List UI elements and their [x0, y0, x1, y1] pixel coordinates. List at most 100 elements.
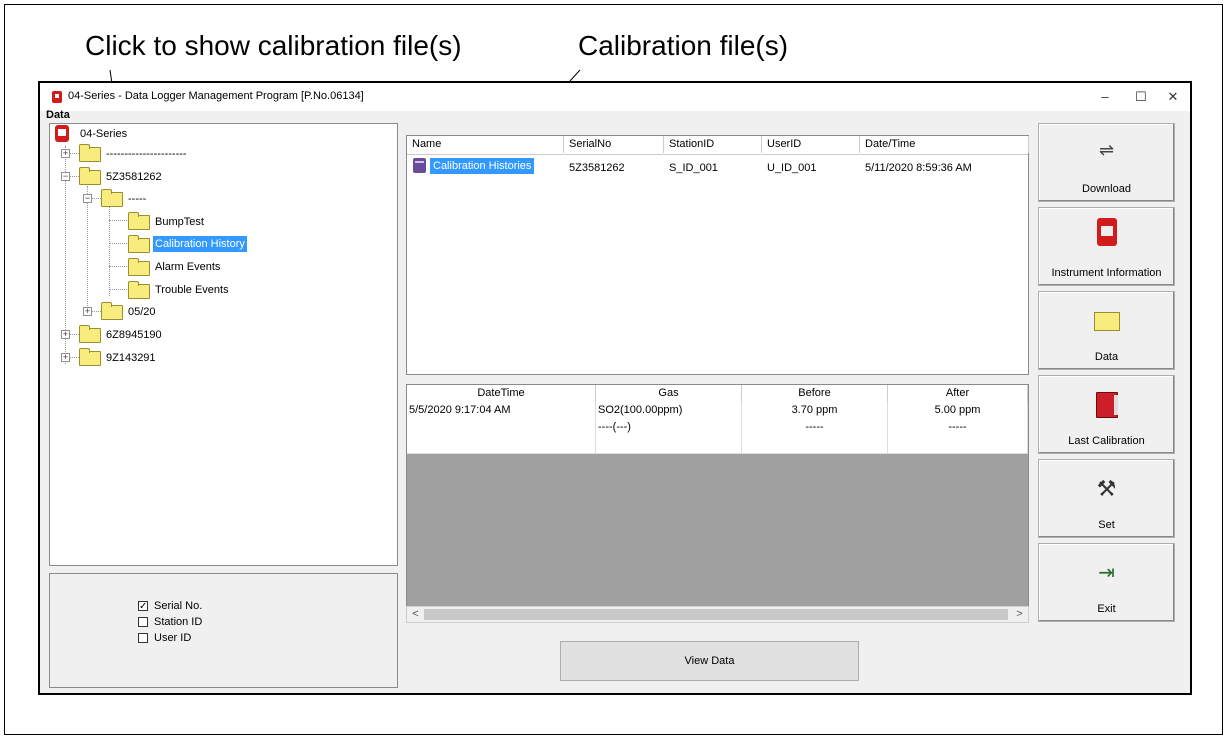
instrument-information-label: Instrument Information: [1051, 267, 1162, 279]
minimize-button[interactable]: –: [1088, 86, 1122, 108]
serial-no-label: Serial No.: [154, 600, 203, 612]
tree-node-alarm-events[interactable]: Alarm Events: [153, 259, 222, 275]
device-root-icon: [55, 125, 69, 142]
grid-header-datetime: DateTime: [407, 385, 596, 402]
file-row-user: U_ID_001: [767, 162, 817, 174]
grid-cell: [407, 419, 596, 436]
data-label: Data: [1094, 351, 1119, 363]
folder-icon: [128, 258, 150, 276]
folder-icon: [79, 325, 101, 343]
checkbox-box[interactable]: [138, 617, 148, 627]
grid-cell: [596, 436, 742, 453]
column-header-serialno[interactable]: SerialNo: [564, 136, 664, 153]
display-options-panel: ✓ Serial No. Station ID User ID: [49, 573, 398, 688]
scroll-left-arrow[interactable]: <: [407, 607, 424, 622]
tree-connector: [109, 266, 127, 267]
checkbox-box[interactable]: ✓: [138, 601, 148, 612]
file-list-header: Name SerialNo StationID UserID Date/Time: [407, 136, 1029, 155]
download-icon: ⇌: [1098, 140, 1115, 160]
tree-node-5z3581262[interactable]: 5Z3581262: [104, 169, 164, 185]
grid-cell: [888, 436, 1028, 453]
grid-cell: 5/5/2020 9:17:04 AM: [407, 402, 596, 419]
file-list[interactable]: Name SerialNo StationID UserID Date/Time…: [406, 135, 1029, 375]
collapse-icon[interactable]: −: [83, 194, 92, 203]
grid-cell: 3.70 ppm: [742, 402, 888, 419]
folder-icon: [128, 212, 150, 230]
data-tree[interactable]: 04-Series + ---------------------- − 5Z3…: [49, 123, 398, 566]
column-header-stationid[interactable]: StationID: [664, 136, 762, 153]
set-button[interactable]: ⚒ Set: [1038, 459, 1175, 538]
station-id-checkbox[interactable]: Station ID: [138, 616, 202, 628]
checkbox-box[interactable]: [138, 633, 148, 643]
grid-cell: [407, 436, 596, 453]
column-header-userid[interactable]: UserID: [762, 136, 860, 153]
user-id-label: User ID: [154, 632, 192, 644]
scroll-thumb[interactable]: [424, 609, 1008, 620]
view-data-button[interactable]: View Data: [560, 641, 859, 681]
tree-node-05-20[interactable]: 05/20: [126, 304, 158, 320]
grid-row: ----(---) ----- -----: [407, 419, 1028, 437]
grid-row: [407, 436, 1028, 454]
tree-node-trouble-events[interactable]: Trouble Events: [153, 282, 231, 298]
grid-header-after: After: [888, 385, 1028, 402]
folder-icon: [79, 144, 101, 162]
download-label: Download: [1082, 183, 1131, 195]
data-group-label: Data: [46, 109, 70, 121]
tree-node-6z8945190[interactable]: 6Z8945190: [104, 327, 164, 343]
grid-cell: -----: [888, 419, 1028, 436]
tree-node-9z143291[interactable]: 9Z143291: [104, 350, 158, 366]
horizontal-scrollbar[interactable]: < >: [406, 606, 1029, 623]
callout-show-calibration: Click to show calibration file(s): [85, 30, 462, 61]
data-button[interactable]: Data: [1038, 291, 1175, 370]
last-calibration-button[interactable]: Last Calibration: [1038, 375, 1175, 454]
folder-icon: [101, 302, 123, 320]
window-title: 04-Series - Data Logger Management Progr…: [68, 90, 364, 102]
tree-connector: [109, 220, 127, 221]
tree-node-bumptest[interactable]: BumpTest: [153, 214, 206, 230]
file-row-station: S_ID_001: [669, 162, 718, 174]
grid-cell: -----: [742, 419, 888, 436]
user-id-checkbox[interactable]: User ID: [138, 632, 191, 644]
instrument-icon: [1096, 218, 1117, 246]
calibration-file-icon: [413, 158, 426, 173]
folder-icon: [79, 348, 101, 366]
tree-node-unnamed[interactable]: ----------------------: [104, 146, 189, 162]
folder-icon: [101, 189, 123, 207]
tree-connector: [109, 243, 127, 244]
column-header-name[interactable]: Name: [407, 136, 564, 153]
app-icon: [52, 91, 62, 103]
grid-cell: SO2(100.00ppm): [596, 402, 742, 419]
expand-icon[interactable]: +: [61, 353, 70, 362]
scroll-right-arrow[interactable]: >: [1011, 607, 1028, 622]
file-row-serial: 5Z3581262: [569, 162, 625, 174]
expand-icon[interactable]: +: [83, 307, 92, 316]
file-row-name[interactable]: Calibration Histories: [430, 158, 535, 174]
station-id-label: Station ID: [154, 616, 203, 628]
expand-icon[interactable]: +: [61, 330, 70, 339]
serial-no-checkbox[interactable]: ✓ Serial No.: [138, 600, 202, 612]
download-button[interactable]: ⇌ Download: [1038, 123, 1175, 202]
collapse-icon[interactable]: −: [61, 172, 70, 181]
grid-cell: [742, 436, 888, 453]
title-bar: 04-Series - Data Logger Management Progr…: [40, 83, 1190, 111]
column-header-datetime[interactable]: Date/Time: [860, 136, 1029, 153]
exit-button[interactable]: ⇥ Exit: [1038, 543, 1175, 622]
tree-connector: [109, 289, 127, 290]
exit-label: Exit: [1097, 603, 1116, 615]
grid-row: 5/5/2020 9:17:04 AM SO2(100.00ppm) 3.70 …: [407, 402, 1028, 420]
folder-icon: [128, 281, 150, 299]
tree-node-root[interactable]: 04-Series: [78, 126, 129, 142]
tree-node-dashes[interactable]: -----: [126, 191, 148, 207]
exit-door-icon: ⇥: [1098, 562, 1115, 584]
app-window: 04-Series - Data Logger Management Progr…: [38, 81, 1192, 695]
folder-icon: [128, 235, 150, 253]
maximize-button[interactable]: ☐: [1124, 86, 1158, 108]
folder-icon: [1093, 312, 1120, 331]
grid-header-gas: Gas: [596, 385, 742, 402]
grid-cell: 5.00 ppm: [888, 402, 1028, 419]
book-icon: [1095, 392, 1118, 418]
tree-node-calibration-history[interactable]: Calibration History: [153, 236, 247, 252]
expand-icon[interactable]: +: [61, 149, 70, 158]
instrument-information-button[interactable]: Instrument Information: [1038, 207, 1175, 286]
close-button[interactable]: ✕: [1156, 86, 1190, 108]
